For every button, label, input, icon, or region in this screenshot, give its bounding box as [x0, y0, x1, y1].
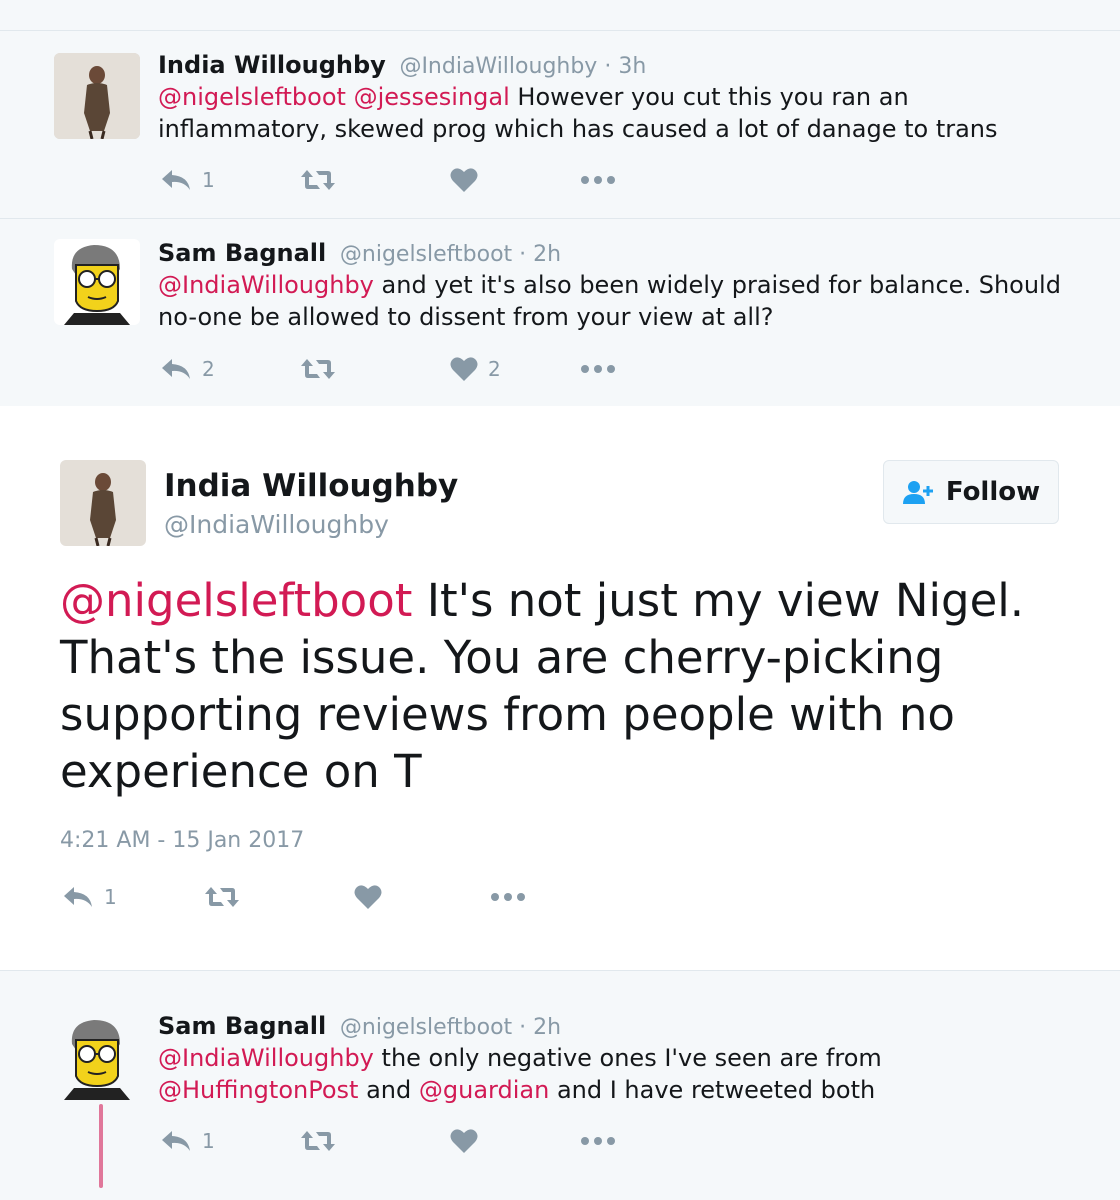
heart-icon: [450, 1129, 478, 1153]
tweet-header: Sam Bagnall @nigelsleftboot · 2h: [158, 239, 561, 267]
tweet-timestamp[interactable]: 4:21 AM - 15 Jan 2017: [60, 828, 304, 853]
retweet-icon: [205, 887, 239, 907]
retweet-icon: [301, 1131, 335, 1151]
tweet-time: 2h: [533, 242, 562, 267]
author-name[interactable]: Sam Bagnall: [158, 239, 326, 267]
follow-person-icon: [902, 481, 933, 504]
tweet-reply[interactable]: India Willoughby @IndiaWilloughby · 3h @…: [0, 31, 1120, 219]
tweet-actions: 1: [160, 167, 616, 193]
mention-link[interactable]: @guardian: [419, 1076, 549, 1104]
focused-tweet-text: @nigelsleftboot It's not just my view Ni…: [60, 574, 1025, 798]
mention-link[interactable]: @jessesingal: [354, 83, 510, 111]
heart-icon: [354, 885, 382, 909]
mention-link[interactable]: @HuffingtonPost: [158, 1076, 358, 1104]
retweet-button[interactable]: [204, 885, 354, 909]
retweet-button[interactable]: [300, 1129, 450, 1153]
reply-button[interactable]: 1: [160, 168, 300, 192]
like-button[interactable]: [354, 884, 490, 910]
more-button[interactable]: [490, 892, 526, 902]
author-name[interactable]: Sam Bagnall: [158, 1012, 326, 1040]
retweet-button[interactable]: [300, 357, 450, 381]
like-button[interactable]: [450, 167, 580, 193]
previous-tweet-remnant: [0, 0, 1120, 31]
heart-icon: [450, 357, 478, 381]
reply-count: 1: [104, 885, 117, 909]
author-handle[interactable]: @IndiaWilloughby · 3h: [399, 54, 646, 79]
follow-button[interactable]: Follow: [883, 460, 1059, 524]
reply-button[interactable]: 2: [160, 357, 300, 381]
more-icon: [581, 176, 615, 184]
tweet-actions: 1: [160, 1128, 616, 1154]
avatar[interactable]: [54, 1014, 140, 1100]
reply-count: 2: [202, 357, 215, 381]
reply-icon: [162, 170, 190, 190]
mention-link[interactable]: @IndiaWilloughby: [158, 271, 374, 299]
more-icon: [491, 893, 525, 901]
tweet-actions: 2 2: [160, 356, 616, 382]
reply-icon: [162, 359, 190, 379]
mention-link[interactable]: @nigelsleftboot: [158, 83, 346, 111]
retweet-icon: [301, 170, 335, 190]
avatar[interactable]: [60, 460, 146, 546]
follow-label: Follow: [945, 477, 1041, 507]
like-button[interactable]: 2: [450, 356, 580, 382]
more-button[interactable]: [580, 364, 616, 374]
reply-button[interactable]: 1: [160, 1129, 300, 1153]
like-button[interactable]: [450, 1128, 580, 1154]
reply-icon: [162, 1131, 190, 1151]
retweet-icon: [301, 359, 335, 379]
tweet-time: 3h: [618, 54, 647, 79]
author-handle[interactable]: @nigelsleftboot · 2h: [340, 242, 561, 267]
author-name[interactable]: India Willoughby: [158, 51, 386, 79]
tweet-text: @IndiaWilloughby the only negative ones …: [158, 1044, 882, 1104]
like-count: 2: [488, 357, 501, 381]
reply-button[interactable]: 1: [62, 885, 204, 909]
mention-link[interactable]: @IndiaWilloughby: [158, 1044, 374, 1072]
retweet-button[interactable]: [300, 168, 450, 192]
avatar[interactable]: [54, 53, 140, 139]
author-handle[interactable]: @nigelsleftboot · 2h: [340, 1015, 561, 1040]
tweet-text: @IndiaWilloughby and yet it's also been …: [158, 271, 1061, 331]
tweet-time: 2h: [533, 1015, 562, 1040]
author-name[interactable]: India Willoughby: [164, 468, 458, 504]
tweet-reply[interactable]: Sam Bagnall @nigelsleftboot · 2h @IndiaW…: [0, 219, 1120, 407]
more-button[interactable]: [580, 1136, 616, 1146]
tweet-text: @nigelsleftboot @jessesingal However you…: [158, 83, 998, 143]
more-button[interactable]: [580, 175, 616, 185]
tweet-actions: 1: [62, 884, 526, 910]
tweet-header: India Willoughby @IndiaWilloughby · 3h: [158, 51, 646, 79]
thread-connector-line: [99, 1104, 103, 1188]
reply-count: 1: [202, 168, 215, 192]
avatar[interactable]: [54, 239, 140, 325]
more-icon: [581, 365, 615, 373]
reply-icon: [64, 887, 92, 907]
mention-link[interactable]: @nigelsleftboot: [60, 574, 412, 627]
author-handle[interactable]: @IndiaWilloughby: [164, 510, 389, 539]
reply-count: 1: [202, 1129, 215, 1153]
more-icon: [581, 1137, 615, 1145]
tweet-header: Sam Bagnall @nigelsleftboot · 2h: [158, 1012, 561, 1040]
heart-icon: [450, 168, 478, 192]
tweet-reply[interactable]: Sam Bagnall @nigelsleftboot · 2h @IndiaW…: [0, 994, 1120, 1200]
